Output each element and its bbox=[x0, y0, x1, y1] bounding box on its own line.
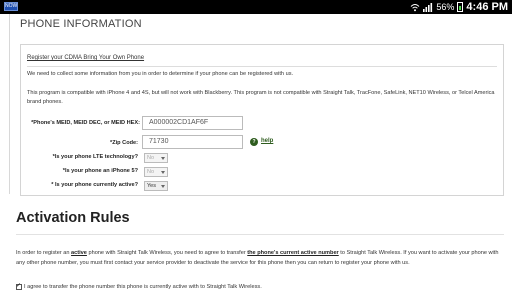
help-icon[interactable]: ? bbox=[250, 138, 258, 146]
lte-label: *Is your phone LTE technology? bbox=[52, 154, 138, 160]
agree-label: I agree to transfer the phone number thi… bbox=[24, 284, 262, 290]
iphone5-select[interactable]: No bbox=[144, 167, 168, 177]
status-icons: 56% 4:46 PM bbox=[410, 0, 508, 14]
rules-text-number: the phone's current active number bbox=[247, 250, 339, 256]
lte-select[interactable]: No bbox=[144, 153, 168, 163]
active-select[interactable]: Yes bbox=[144, 181, 168, 191]
help-link[interactable]: help bbox=[261, 138, 273, 144]
zip-label: *Zip Code: bbox=[110, 140, 138, 146]
zip-input[interactable]: 71730 bbox=[142, 135, 243, 149]
meid-label: *Phone's MEID, MEID DEC, or MEID HEX: bbox=[31, 120, 140, 126]
page-title: PHONE INFORMATION bbox=[20, 18, 142, 30]
left-border bbox=[9, 14, 10, 194]
intro-text: We need to collect some information from… bbox=[27, 71, 294, 77]
rules-text-active: active bbox=[71, 250, 87, 256]
activation-rules-text: In order to register an active phone wit… bbox=[16, 249, 502, 268]
iphone5-label: *Is your phone an iPhone 5? bbox=[62, 168, 138, 174]
wifi-icon bbox=[411, 3, 420, 11]
agree-checkbox[interactable] bbox=[16, 282, 22, 290]
agree-row[interactable]: I agree to transfer the phone number thi… bbox=[16, 282, 262, 290]
rules-text-a: In order to register an bbox=[16, 250, 72, 256]
active-label: * Is your phone currently active? bbox=[51, 182, 138, 188]
status-bar: NOW 56% 4:46 PM bbox=[0, 0, 512, 14]
battery-percent: 56% bbox=[436, 2, 455, 12]
activation-divider bbox=[16, 234, 504, 235]
compatibility-text: This program is compatible with iPhone 4… bbox=[27, 90, 495, 105]
meid-input[interactable]: A000002CD1AF6F bbox=[142, 116, 243, 130]
activation-rules-heading: Activation Rules bbox=[16, 210, 130, 226]
panel-divider bbox=[27, 66, 497, 67]
clock: 4:46 PM bbox=[466, 1, 508, 13]
rules-text-c: phone with Straight Talk Wireless, you n… bbox=[86, 250, 248, 256]
app-notification-icon: NOW bbox=[4, 2, 18, 11]
battery-icon bbox=[457, 2, 464, 12]
panel-title[interactable]: Register your CDMA Bring Your Own Phone bbox=[27, 55, 144, 61]
signal-icon bbox=[423, 2, 433, 12]
